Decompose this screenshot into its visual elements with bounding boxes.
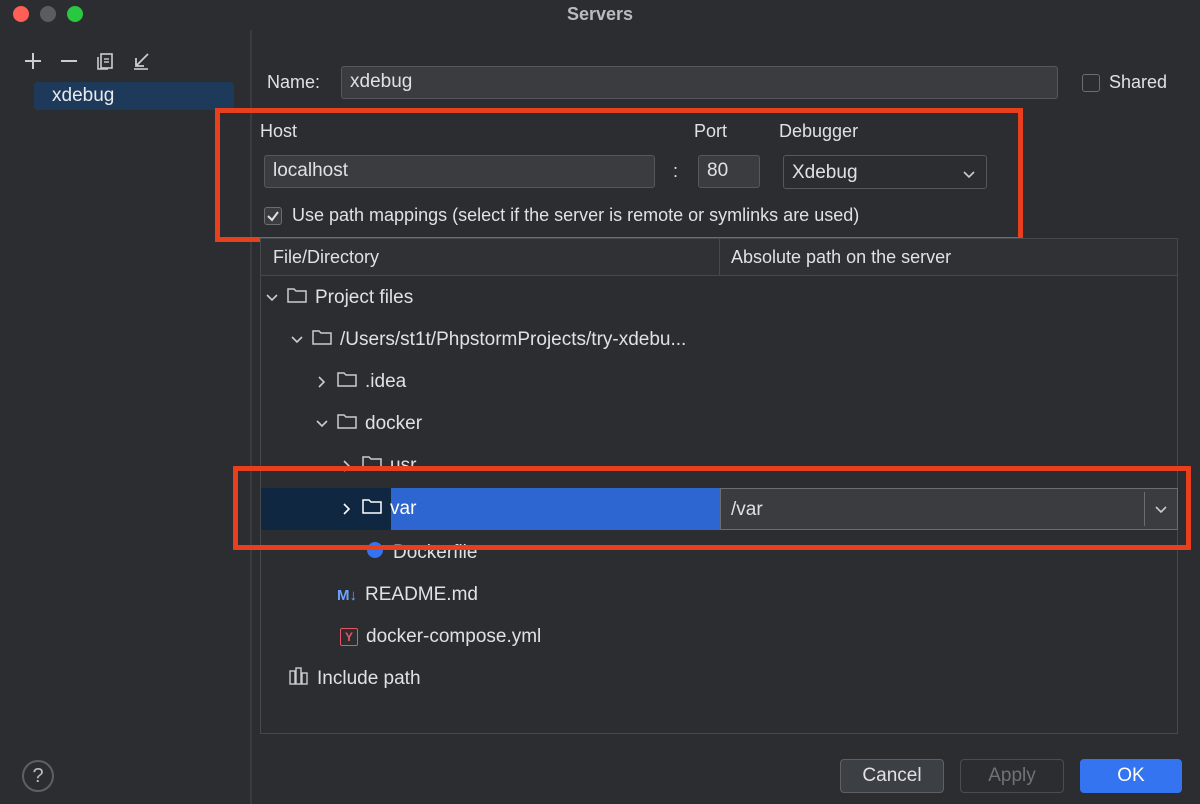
- table-row[interactable]: Y docker-compose.yml: [261, 616, 1177, 658]
- cancel-button[interactable]: Cancel: [840, 759, 944, 793]
- chevron-right-icon[interactable]: [315, 375, 329, 389]
- column-header-file[interactable]: File/Directory: [273, 247, 379, 268]
- column-divider[interactable]: [719, 239, 720, 275]
- window-title: Servers: [566, 4, 634, 24]
- tree-item-label: docker: [365, 413, 423, 434]
- help-button[interactable]: ?: [22, 760, 54, 792]
- table-row[interactable]: Include path: [261, 658, 1177, 700]
- chevron-down-icon[interactable]: [315, 417, 329, 431]
- yaml-icon: Y: [340, 628, 358, 646]
- table-row[interactable]: .idea: [261, 361, 1177, 403]
- sidebar-toolbar: [22, 50, 152, 72]
- title-bar: Servers: [0, 0, 1200, 30]
- folder-icon: [337, 412, 357, 436]
- import-icon[interactable]: [130, 50, 152, 72]
- tree-item-label: README.md: [365, 584, 478, 605]
- table-row[interactable]: Project files: [261, 277, 1177, 319]
- folder-icon: [312, 328, 332, 352]
- folder-icon: [287, 286, 307, 310]
- chevron-down-icon[interactable]: [265, 291, 279, 305]
- tree-item-label: Include path: [317, 668, 421, 689]
- tree-item-label: .idea: [365, 371, 407, 392]
- name-input[interactable]: [350, 71, 1049, 93]
- annotation-highlight-host: [215, 108, 1023, 242]
- folder-icon: [337, 370, 357, 394]
- annotation-highlight-mapping: [233, 466, 1191, 550]
- add-icon[interactable]: [22, 50, 44, 72]
- shared-checkbox[interactable]: [1082, 74, 1100, 92]
- table-row[interactable]: /Users/st1t/PhpstormProjects/try-xdebu..…: [261, 319, 1177, 361]
- name-label: Name:: [267, 72, 321, 92]
- sidebar-item-label: xdebug: [52, 85, 115, 106]
- library-icon: [289, 667, 309, 691]
- table-header: File/Directory Absolute path on the serv…: [261, 239, 1177, 276]
- table-row[interactable]: docker: [261, 403, 1177, 445]
- tree-item-label: /Users/st1t/PhpstormProjects/try-xdebu..…: [340, 329, 687, 350]
- table-row[interactable]: M↓ README.md: [261, 574, 1177, 616]
- remove-icon[interactable]: [58, 50, 80, 72]
- column-header-server-path[interactable]: Absolute path on the server: [731, 247, 951, 268]
- sidebar-item-xdebug[interactable]: xdebug: [34, 82, 234, 110]
- apply-button[interactable]: Apply: [960, 759, 1064, 793]
- chevron-down-icon[interactable]: [290, 333, 304, 347]
- shared-label: Shared: [1109, 72, 1168, 92]
- tree-item-label: docker-compose.yml: [366, 626, 542, 647]
- tree-item-label: Project files: [315, 287, 414, 308]
- copy-icon[interactable]: [94, 50, 116, 72]
- name-field[interactable]: [341, 66, 1058, 99]
- markdown-icon: M↓: [337, 586, 357, 604]
- ok-button[interactable]: OK: [1080, 759, 1182, 793]
